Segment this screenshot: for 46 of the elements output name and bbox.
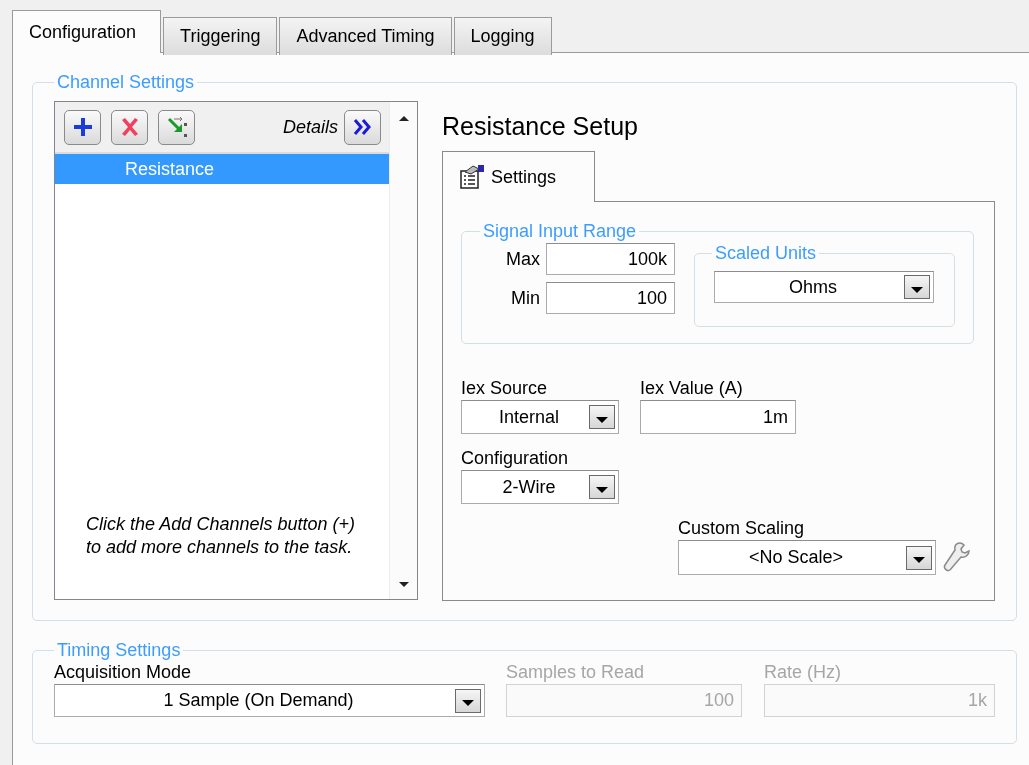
delete-icon <box>119 117 140 137</box>
scroll-down-icon[interactable] <box>398 582 409 587</box>
dropdown[interactable]: 2-Wire <box>461 470 619 504</box>
scroll-up-icon[interactable] <box>398 116 409 121</box>
input-field[interactable]: 100k <box>546 243 675 275</box>
caret-icon <box>906 545 932 570</box>
group-title: Signal Input Range <box>482 221 638 241</box>
field-label: Iex Value (A) <box>640 378 743 398</box>
field-label: Max <box>505 249 540 269</box>
add-button[interactable] <box>64 109 101 145</box>
input-field[interactable]: 100 <box>546 282 675 314</box>
details-label: Details <box>282 116 338 138</box>
settings-tab-icon <box>459 164 485 190</box>
details-button[interactable] <box>344 109 381 145</box>
tab[interactable]: Advanced Timing <box>279 17 452 55</box>
dropdown[interactable]: Ohms <box>714 271 934 303</box>
double-chevron-icon <box>352 118 373 136</box>
field-label: Acquisition Mode <box>54 662 192 682</box>
caret-icon <box>904 275 930 299</box>
tab[interactable]: Configuration <box>12 10 162 53</box>
caret-icon <box>455 688 481 713</box>
tab[interactable]: Settings <box>442 151 595 202</box>
arrow-icon <box>165 116 188 138</box>
plus-icon <box>72 117 93 137</box>
hint-text: Click the Add Channels button (+) to add more channels to the task. <box>85 513 356 559</box>
tab[interactable]: Logging <box>453 17 552 55</box>
caret-icon <box>589 405 615 429</box>
field-label: Rate (Hz) <box>764 662 841 682</box>
arrow-button[interactable] <box>158 109 195 145</box>
scrollbar[interactable] <box>389 102 417 599</box>
caret-icon <box>589 475 615 499</box>
input-field[interactable]: 1m <box>640 400 796 434</box>
section-title: Resistance Setup <box>442 111 638 142</box>
group-title: Timing Settings <box>56 640 182 660</box>
field-label: Iex Source <box>461 378 548 398</box>
field-label: Min <box>510 288 540 308</box>
dropdown[interactable]: <No Scale> <box>678 540 936 575</box>
field-label: Custom Scaling <box>678 518 805 538</box>
dropdown[interactable]: Internal <box>461 400 619 434</box>
group-title: Channel Settings <box>56 72 196 92</box>
dropdown[interactable]: 1 Sample (On Demand) <box>54 684 485 717</box>
group-title: Scaled Units <box>714 243 818 263</box>
delete-button[interactable] <box>111 109 148 145</box>
tab[interactable]: Triggering <box>163 17 278 55</box>
field-label: Samples to Read <box>506 662 645 682</box>
field-label: Configuration <box>461 448 569 468</box>
